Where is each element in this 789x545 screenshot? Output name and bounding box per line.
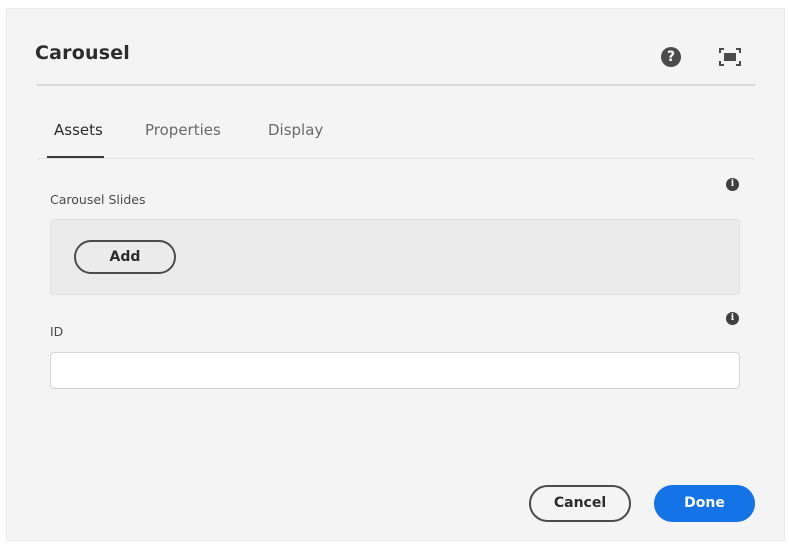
header-divider: [37, 84, 755, 86]
fullscreen-icon-graphic: [719, 48, 741, 66]
id-info-icon[interactable]: i: [726, 312, 739, 325]
add-slide-button[interactable]: Add: [74, 240, 176, 274]
carousel-slides-panel: Add: [50, 219, 740, 295]
id-input[interactable]: [50, 352, 740, 389]
help-icon[interactable]: ?: [661, 47, 681, 67]
carousel-slides-label: Carousel Slides: [50, 192, 146, 207]
tabs-divider: [37, 158, 755, 159]
id-label: ID: [50, 324, 64, 339]
dialog-title: Carousel: [35, 42, 131, 64]
cancel-button[interactable]: Cancel: [529, 485, 631, 522]
carousel-slides-info-icon[interactable]: i: [726, 178, 739, 191]
done-button[interactable]: Done: [654, 485, 755, 522]
fullscreen-icon[interactable]: [718, 47, 742, 67]
tab-assets[interactable]: Assets: [54, 121, 103, 139]
carousel-dialog: Carousel ? Assets Properties Display Car…: [6, 8, 785, 541]
tab-properties[interactable]: Properties: [145, 121, 221, 139]
tab-display[interactable]: Display: [268, 121, 323, 139]
